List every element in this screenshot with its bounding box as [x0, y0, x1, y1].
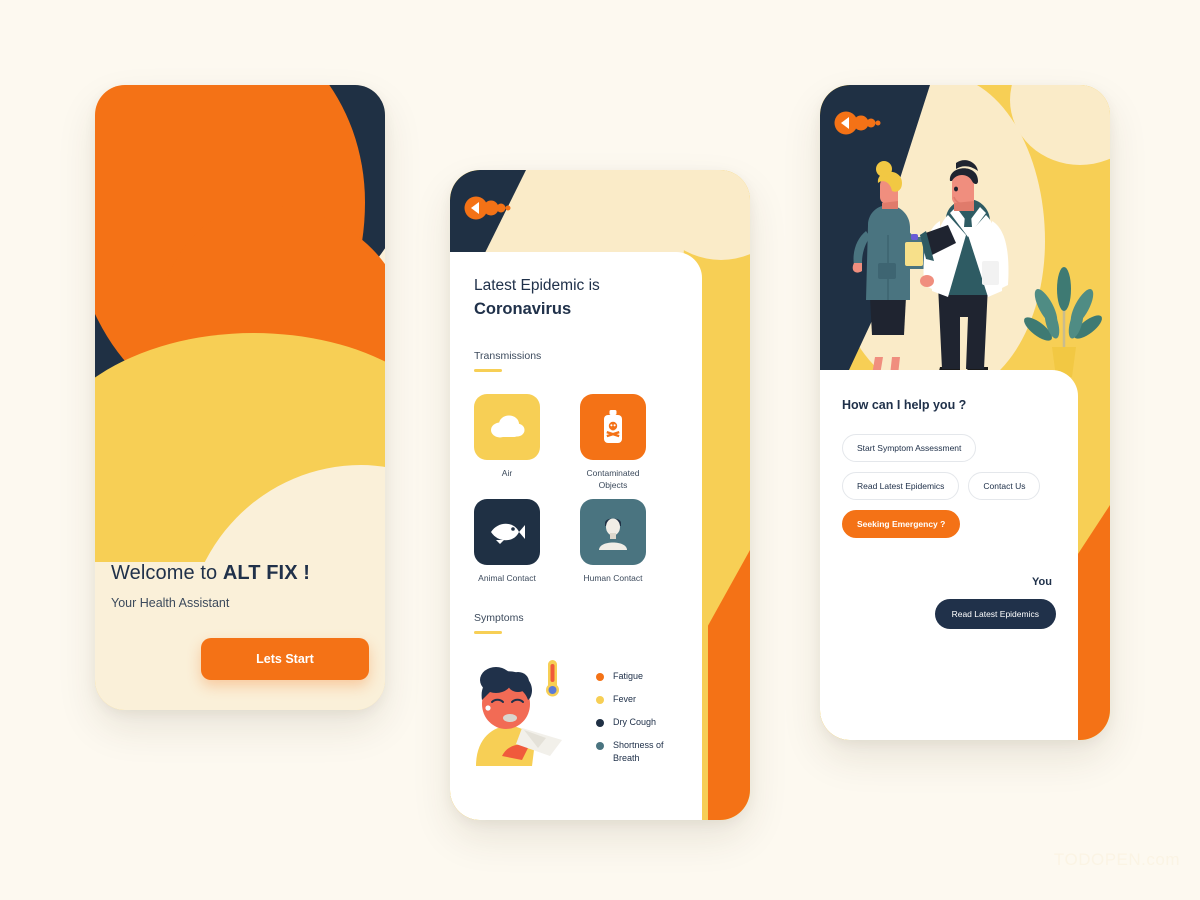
assistant-options: Start Symptom Assessment Read Latest Epi… — [842, 434, 1056, 538]
legend-label: Dry Cough — [613, 717, 657, 728]
symptoms-section: Symptoms Fatigue Fever Dry Cough Shortne… — [474, 612, 678, 774]
poison-bottle-icon — [604, 409, 622, 443]
welcome-content: Welcome to ALT FIX ! Your Health Assista… — [95, 562, 385, 710]
legend-dot-fever — [596, 696, 604, 705]
symptoms-legend: Fatigue Fever Dry Cough Shortness of Bre… — [596, 656, 675, 775]
option-read-latest-epidemics[interactable]: Read Latest Epidemics — [842, 472, 960, 500]
legend-item: Dry Cough — [596, 716, 675, 728]
cloud-icon — [491, 415, 525, 437]
legend-label: Fatigue — [613, 670, 644, 681]
back-arrow-icon-glyph — [464, 196, 511, 220]
back-arrow-icon-glyph — [834, 111, 881, 135]
option-row: Seeking Emergency ? — [842, 510, 1056, 538]
epidemic-heading: Latest Epidemic is Coronavirus — [474, 274, 678, 322]
legend-dot-dry-cough — [596, 719, 604, 728]
option-start-symptom-assessment[interactable]: Start Symptom Assessment — [842, 434, 977, 462]
transmissions-label: Transmissions — [474, 350, 542, 362]
transmission-label: Air — [501, 467, 513, 478]
welcome-title-brand: ALT FIX ! — [222, 562, 311, 584]
legend-label: Shortness of Breath — [613, 740, 664, 763]
back-arrow-icon[interactable] — [834, 111, 884, 140]
sick-person-with-thermometer-icon — [476, 659, 562, 766]
transmissions-underline — [474, 369, 502, 372]
transmission-tile — [580, 393, 646, 460]
assistant-question: How can I help you ? — [842, 398, 967, 412]
legend-item: Fever — [596, 693, 675, 705]
epidemic-heading-line1: Latest Epidemic is — [474, 277, 600, 294]
transmission-tile — [474, 393, 540, 460]
page-title: Welcome to ALT FIX ! — [111, 562, 369, 585]
lets-start-button[interactable]: Lets Start — [201, 638, 369, 680]
phone-welcome-screen: Welcome to ALT FIX ! Your Health Assista… — [95, 85, 385, 710]
symptoms-body: Fatigue Fever Dry Cough Shortness of Bre… — [474, 656, 678, 775]
transmission-label: Contaminated Objects — [586, 467, 640, 490]
chat-panel: How can I help you ? Start Symptom Asses… — [820, 370, 1078, 740]
epidemic-card: Latest Epidemic is Coronavirus Transmiss… — [450, 252, 702, 820]
transmission-label: Animal Contact — [478, 573, 536, 584]
phone-chat-assistant-screen: How can I help you ? Start Symptom Asses… — [820, 85, 1110, 740]
option-contact-us[interactable]: Contact Us — [968, 472, 1041, 500]
symptoms-label: Symptoms — [474, 612, 524, 625]
option-row: Start Symptom Assessment — [842, 434, 1056, 462]
transmission-card-contaminated-objects[interactable]: Contaminated Objects — [580, 393, 646, 492]
fish-icon — [491, 523, 525, 545]
option-seeking-emergency[interactable]: Seeking Emergency ? — [842, 510, 961, 538]
welcome-title-prefix: Welcome to — [111, 562, 223, 584]
transmission-tile — [580, 499, 646, 566]
phone-epidemic-info-screen: Latest Epidemic is Coronavirus Transmiss… — [450, 170, 750, 820]
legend-item: Shortness of Breath — [596, 739, 675, 763]
legend-label: Fever — [613, 694, 637, 705]
transmission-tile — [474, 499, 540, 566]
user-label: You — [1032, 576, 1052, 588]
transmissions-grid: Air Contaminated Objects Animal Contact … — [474, 393, 678, 585]
transmissions-section: Transmissions Air Contaminated Objects A… — [474, 350, 678, 584]
symptoms-underline — [474, 631, 502, 634]
epidemic-heading-line2: Coronavirus — [474, 300, 572, 319]
watermark: TODOPEN.com — [1053, 850, 1180, 869]
person-icon — [599, 518, 627, 551]
legend-dot-shortness-of-breath — [596, 742, 604, 751]
transmission-card-human-contact[interactable]: Human Contact — [580, 499, 646, 584]
transmission-card-animal-contact[interactable]: Animal Contact — [474, 499, 540, 584]
sick-person-illustration — [466, 656, 586, 766]
transmission-card-air[interactable]: Air — [474, 393, 540, 492]
screenshot-canvas: Welcome to ALT FIX ! Your Health Assista… — [0, 0, 1200, 900]
option-row: Read Latest Epidemics Contact Us — [842, 472, 1056, 500]
legend-item: Fatigue — [596, 670, 675, 682]
back-arrow-icon[interactable] — [464, 196, 514, 225]
welcome-subtitle: Your Health Assistant — [111, 596, 230, 610]
transmission-label: Human Contact — [583, 573, 643, 584]
legend-dot-fatigue — [596, 672, 604, 681]
user-message-bubble[interactable]: Read Latest Epidemics — [934, 599, 1056, 629]
